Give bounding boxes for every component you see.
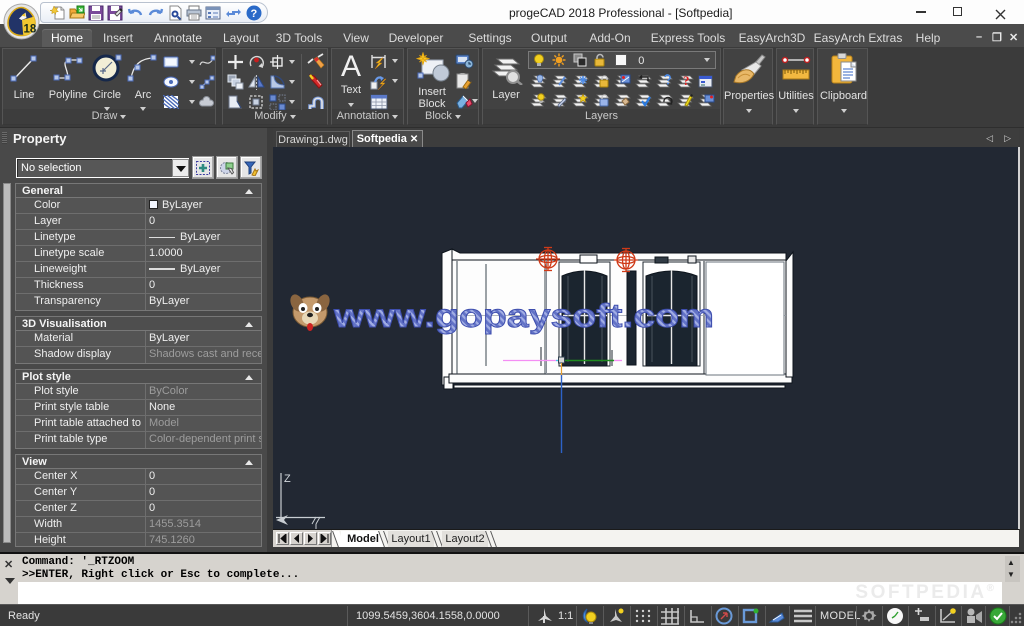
svg-text:Z: Z [284,473,291,485]
svg-text:www.gopaysoft.com: www.gopaysoft.com [333,297,714,334]
svg-text:?: ? [683,73,690,88]
svg-text:?: ? [251,8,258,20]
svg-text:18: 18 [24,24,37,36]
